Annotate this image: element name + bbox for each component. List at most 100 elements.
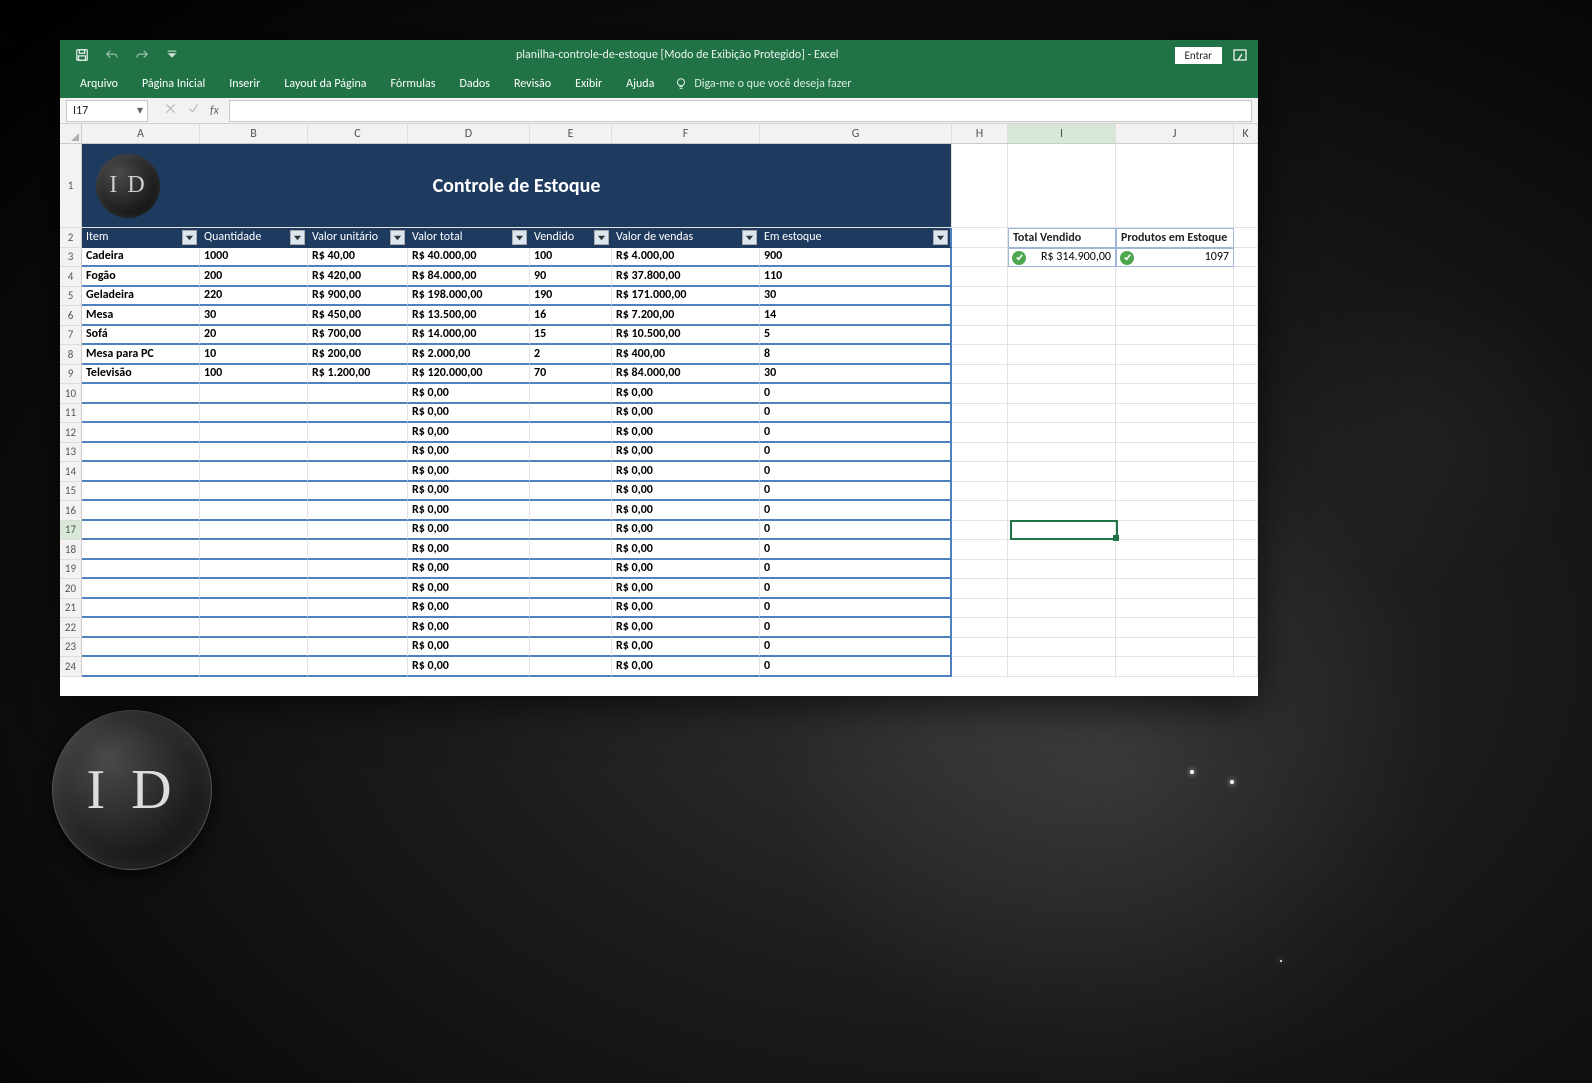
table-cell[interactable]: R$ 0,00 bbox=[612, 599, 760, 619]
cell[interactable] bbox=[1008, 287, 1116, 307]
column-header-G[interactable]: G bbox=[760, 124, 952, 143]
table-cell[interactable]: 30 bbox=[760, 287, 952, 307]
table-cell[interactable] bbox=[200, 540, 308, 560]
table-cell[interactable] bbox=[82, 560, 200, 580]
row-header-5[interactable]: 5 bbox=[60, 287, 81, 307]
table-cell[interactable]: Sofá bbox=[82, 326, 200, 346]
table-cell[interactable]: R$ 900,00 bbox=[308, 287, 408, 307]
cell[interactable] bbox=[1116, 306, 1234, 326]
table-cell[interactable]: R$ 0,00 bbox=[612, 482, 760, 502]
enter-formula-icon[interactable] bbox=[187, 102, 200, 119]
cell[interactable] bbox=[952, 618, 1008, 638]
column-headers[interactable]: ABCDEFGHIJK bbox=[82, 124, 1258, 144]
table-header-F[interactable]: Valor de vendas bbox=[612, 228, 760, 248]
table-cell[interactable]: R$ 2.000,00 bbox=[408, 345, 530, 365]
cell[interactable] bbox=[1116, 618, 1234, 638]
cell[interactable] bbox=[1008, 423, 1116, 443]
table-cell[interactable]: Televisão bbox=[82, 365, 200, 385]
table-cell[interactable]: R$ 400,00 bbox=[612, 345, 760, 365]
row-headers[interactable]: 123456789101112131415161718192021222324 bbox=[60, 144, 82, 677]
table-cell[interactable]: 0 bbox=[760, 579, 952, 599]
cell[interactable] bbox=[952, 287, 1008, 307]
table-cell[interactable] bbox=[200, 482, 308, 502]
table-cell[interactable]: R$ 198.000,00 bbox=[408, 287, 530, 307]
cell[interactable] bbox=[952, 365, 1008, 385]
table-cell[interactable] bbox=[200, 657, 308, 677]
cell[interactable] bbox=[1008, 384, 1116, 404]
table-cell[interactable]: 190 bbox=[530, 287, 612, 307]
table-cell[interactable]: R$ 40.000,00 bbox=[408, 248, 530, 268]
cell[interactable] bbox=[1234, 384, 1258, 404]
table-cell[interactable]: R$ 0,00 bbox=[612, 657, 760, 677]
table-cell[interactable] bbox=[530, 618, 612, 638]
table-cell[interactable]: R$ 0,00 bbox=[408, 384, 530, 404]
table-header-A[interactable]: Item bbox=[82, 228, 200, 248]
cell[interactable] bbox=[1008, 560, 1116, 580]
table-cell[interactable]: 30 bbox=[200, 306, 308, 326]
cell[interactable] bbox=[1234, 365, 1258, 385]
row-header-2[interactable]: 2 bbox=[60, 228, 81, 248]
select-all-button[interactable] bbox=[60, 124, 82, 144]
table-cell[interactable] bbox=[308, 443, 408, 463]
tab-file[interactable]: Arquivo bbox=[68, 71, 130, 97]
cell[interactable] bbox=[1116, 345, 1234, 365]
cell[interactable] bbox=[1116, 560, 1234, 580]
cell[interactable] bbox=[1116, 365, 1234, 385]
cell[interactable] bbox=[1234, 521, 1258, 541]
cell[interactable] bbox=[1116, 638, 1234, 658]
cells-area[interactable]: I DControle de EstoqueItemQuantidadeValo… bbox=[82, 144, 1258, 696]
table-cell[interactable]: R$ 420,00 bbox=[308, 267, 408, 287]
insert-function-icon[interactable]: fx bbox=[210, 104, 219, 118]
table-cell[interactable]: 0 bbox=[760, 657, 952, 677]
table-cell[interactable]: R$ 0,00 bbox=[612, 618, 760, 638]
table-cell[interactable]: R$ 700,00 bbox=[308, 326, 408, 346]
table-cell[interactable] bbox=[308, 501, 408, 521]
cell[interactable] bbox=[1008, 365, 1116, 385]
table-cell[interactable]: R$ 0,00 bbox=[612, 423, 760, 443]
column-header-H[interactable]: H bbox=[952, 124, 1008, 143]
table-cell[interactable] bbox=[308, 657, 408, 677]
table-cell[interactable]: R$ 0,00 bbox=[612, 404, 760, 424]
table-cell[interactable]: R$ 200,00 bbox=[308, 345, 408, 365]
table-cell[interactable] bbox=[530, 599, 612, 619]
cell[interactable] bbox=[1008, 618, 1116, 638]
row-header-18[interactable]: 18 bbox=[60, 540, 81, 560]
table-cell[interactable]: R$ 0,00 bbox=[612, 560, 760, 580]
table-cell[interactable] bbox=[530, 560, 612, 580]
row-header-3[interactable]: 3 bbox=[60, 248, 81, 268]
table-cell[interactable]: 0 bbox=[760, 443, 952, 463]
table-cell[interactable]: 0 bbox=[760, 521, 952, 541]
row-header-22[interactable]: 22 bbox=[60, 618, 81, 638]
table-cell[interactable]: 16 bbox=[530, 306, 612, 326]
cell[interactable] bbox=[952, 462, 1008, 482]
table-cell[interactable] bbox=[200, 443, 308, 463]
tab-insert[interactable]: Inserir bbox=[217, 71, 272, 97]
table-cell[interactable] bbox=[530, 443, 612, 463]
cell[interactable] bbox=[1234, 501, 1258, 521]
summary-produtos-estoque-label[interactable]: Produtos em Estoque bbox=[1116, 228, 1234, 248]
table-cell[interactable]: R$ 450,00 bbox=[308, 306, 408, 326]
table-cell[interactable] bbox=[200, 404, 308, 424]
cell[interactable] bbox=[952, 306, 1008, 326]
cell[interactable] bbox=[952, 657, 1008, 677]
cell[interactable] bbox=[952, 228, 1008, 248]
table-cell[interactable] bbox=[530, 521, 612, 541]
cell[interactable] bbox=[952, 560, 1008, 580]
row-header-21[interactable]: 21 bbox=[60, 599, 81, 619]
table-cell[interactable]: 0 bbox=[760, 423, 952, 443]
cell[interactable] bbox=[1234, 579, 1258, 599]
cell[interactable] bbox=[952, 345, 1008, 365]
table-cell[interactable]: 0 bbox=[760, 560, 952, 580]
table-cell[interactable]: 14 bbox=[760, 306, 952, 326]
cell[interactable] bbox=[1234, 462, 1258, 482]
table-cell[interactable] bbox=[530, 384, 612, 404]
table-cell[interactable] bbox=[200, 521, 308, 541]
table-cell[interactable] bbox=[308, 618, 408, 638]
table-cell[interactable]: 5 bbox=[760, 326, 952, 346]
cell[interactable] bbox=[952, 384, 1008, 404]
name-box[interactable]: I17 ▾ bbox=[66, 100, 148, 122]
table-cell[interactable]: R$ 0,00 bbox=[612, 579, 760, 599]
row-header-12[interactable]: 12 bbox=[60, 423, 81, 443]
table-cell[interactable]: R$ 0,00 bbox=[408, 657, 530, 677]
table-cell[interactable]: R$ 0,00 bbox=[408, 501, 530, 521]
